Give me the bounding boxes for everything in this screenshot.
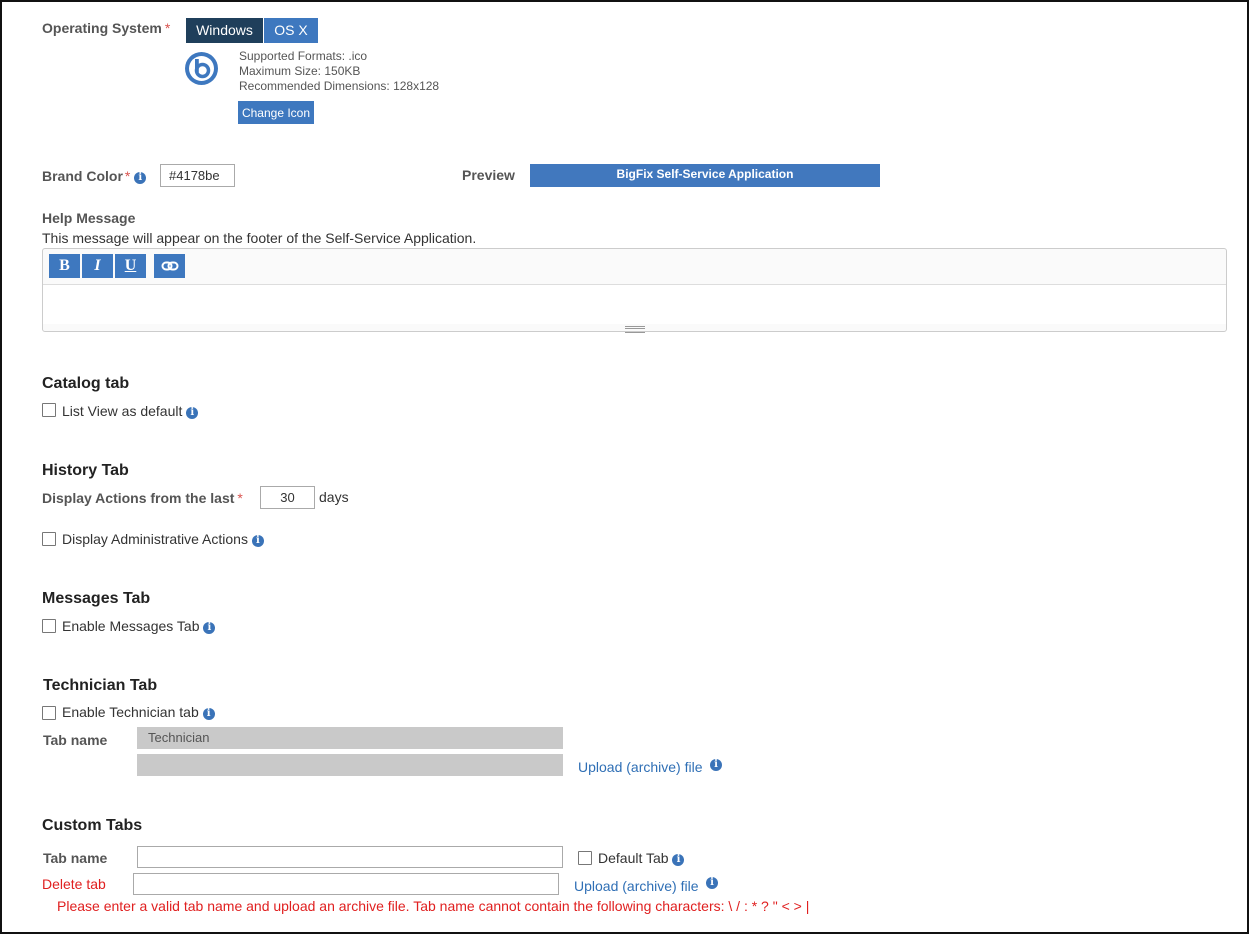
recommended-dimensions-text: Recommended Dimensions: 128x128	[239, 79, 440, 93]
technician-tab-name-input[interactable]: Technician	[137, 727, 563, 749]
technician-tab-title: Technician Tab	[43, 677, 158, 694]
info-icon[interactable]: i	[203, 622, 216, 634]
supported-formats-text: Supported Formats: .ico	[239, 49, 368, 63]
page-frame	[0, 0, 1249, 934]
display-actions-label: Display Actions from the last *	[42, 490, 243, 506]
enable-messages-checkbox[interactable]	[42, 619, 56, 633]
admin-actions-checkbox[interactable]	[42, 532, 56, 546]
bigfix-logo-icon	[185, 52, 218, 85]
technician-upload-link[interactable]: Upload (archive) file	[578, 759, 703, 775]
custom-upload-link[interactable]: Upload (archive) file	[574, 878, 699, 894]
bold-button[interactable]: B	[49, 254, 80, 278]
default-tab-checkbox[interactable]	[578, 851, 592, 865]
catalog-tab-title: Catalog tab	[42, 375, 130, 392]
days-unit: days	[319, 489, 349, 505]
preview-label: Preview	[462, 167, 515, 183]
history-tab-title: History Tab	[42, 462, 129, 479]
enable-messages-label: Enable Messages Tab i	[62, 618, 216, 634]
italic-button[interactable]: I	[82, 254, 113, 278]
link-button[interactable]	[154, 254, 185, 278]
editor-divider	[43, 284, 1226, 285]
delete-tab-link[interactable]: Delete tab	[42, 876, 106, 892]
info-icon[interactable]: i	[134, 172, 147, 184]
underline-button[interactable]: U	[115, 254, 146, 278]
custom-tab-name-label: Tab name	[43, 850, 108, 866]
technician-file-input[interactable]	[137, 754, 563, 776]
brand-color-input[interactable]: #4178be	[160, 164, 235, 187]
technician-tab-name-label: Tab name	[43, 732, 108, 748]
custom-tab-name-input[interactable]	[137, 846, 563, 868]
days-input[interactable]: 30	[260, 486, 315, 509]
custom-file-input[interactable]	[133, 873, 559, 895]
help-message-textarea[interactable]	[43, 284, 1226, 324]
admin-actions-label: Display Administrative Actions i	[62, 531, 264, 547]
os-label: Operating System *	[42, 20, 171, 36]
resize-handle-line	[625, 328, 645, 329]
custom-tabs-title: Custom Tabs	[42, 817, 143, 834]
info-icon[interactable]: i	[186, 407, 199, 419]
info-icon[interactable]: i	[202, 708, 215, 720]
default-tab-label: Default Tab i	[598, 850, 685, 866]
info-icon[interactable]: i	[706, 877, 718, 889]
change-icon-button[interactable]: Change Icon	[238, 101, 314, 124]
help-message-title: Help Message	[42, 210, 136, 226]
info-icon[interactable]: i	[710, 759, 722, 771]
custom-tab-error-message: Please enter a valid tab name and upload…	[57, 898, 810, 914]
info-icon[interactable]: i	[672, 854, 685, 866]
info-icon[interactable]: i	[251, 535, 264, 547]
os-osx-button[interactable]: OS X	[264, 18, 318, 43]
enable-technician-label: Enable Technician tab i	[62, 704, 215, 720]
list-view-checkbox[interactable]	[42, 403, 56, 417]
list-view-label: List View as default i	[62, 403, 199, 419]
link-icon	[161, 261, 178, 271]
brand-color-label: Brand Color * i	[42, 168, 147, 184]
enable-technician-checkbox[interactable]	[42, 706, 56, 720]
os-windows-button[interactable]: Windows	[186, 18, 263, 43]
messages-tab-title: Messages Tab	[42, 590, 151, 607]
max-size-text: Maximum Size: 150KB	[239, 64, 361, 78]
brand-preview-bar: BigFix Self-Service Application	[530, 164, 880, 187]
help-message-description: This message will appear on the footer o…	[42, 230, 477, 246]
